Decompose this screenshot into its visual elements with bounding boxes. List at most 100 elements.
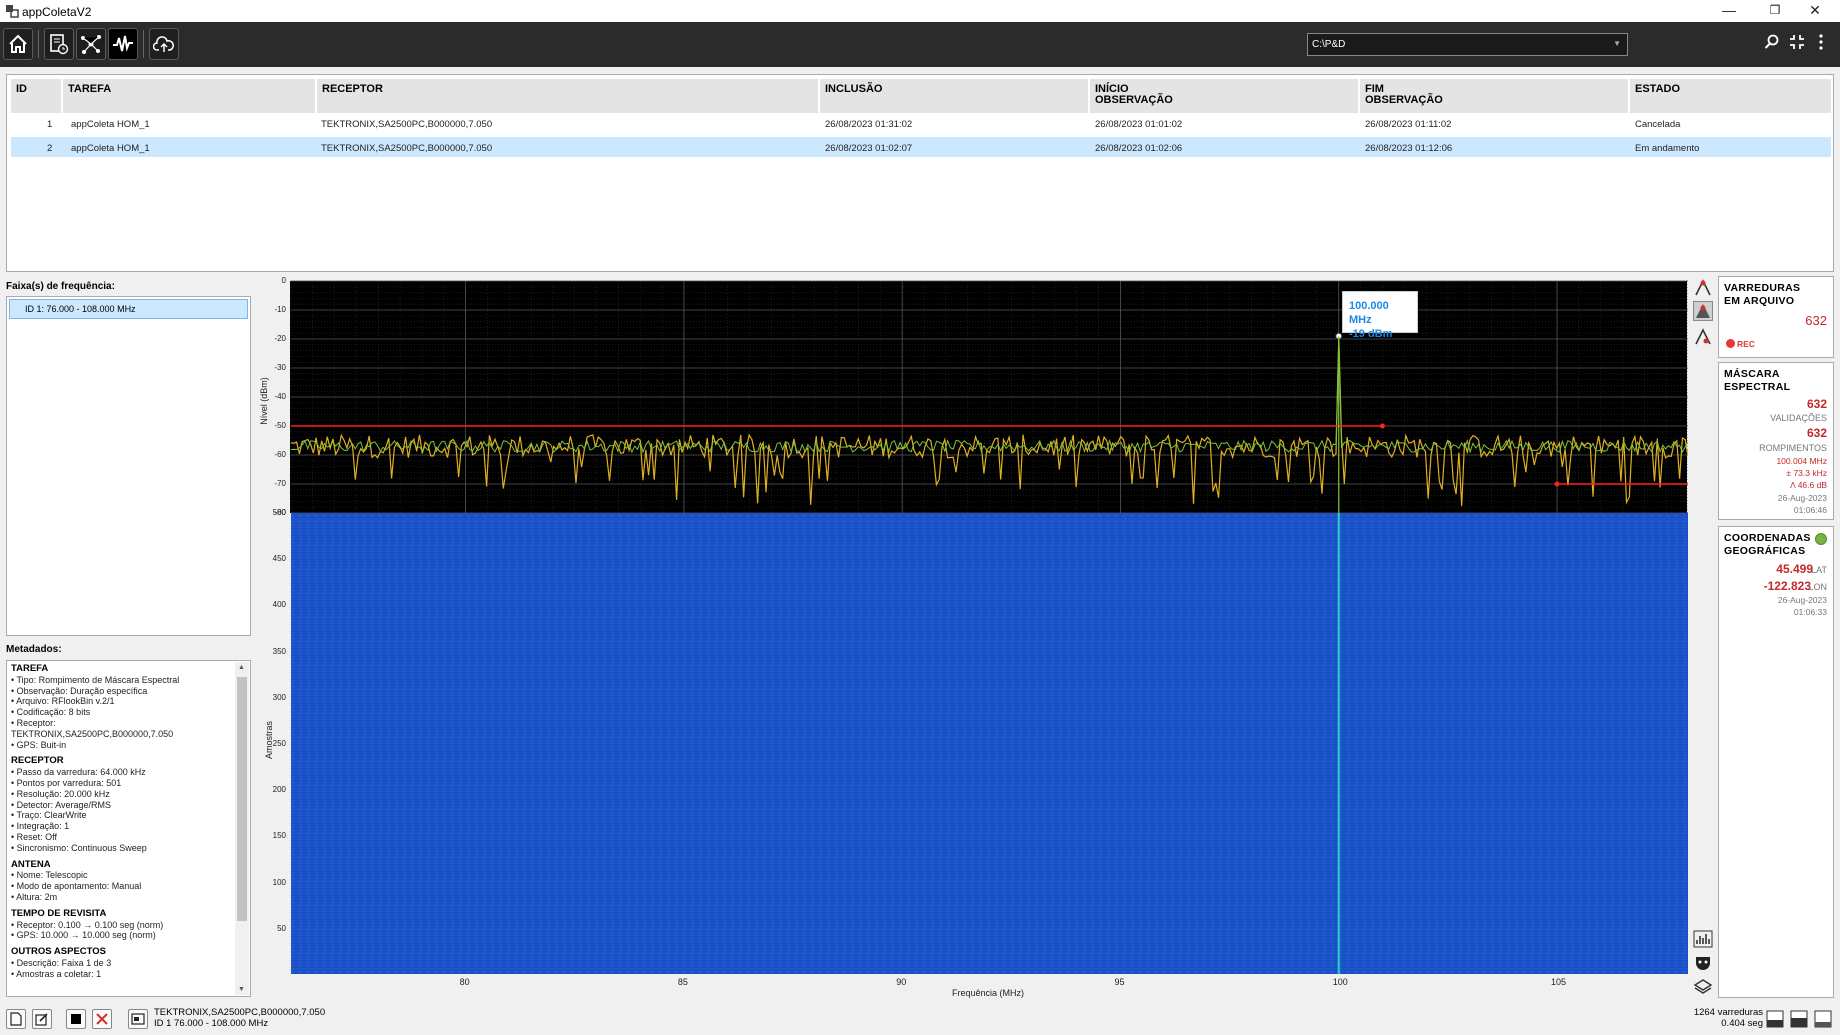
cell-tarefa: appColeta HOM_1 (71, 143, 150, 154)
metadata-line: • Passo da varredura: 64.000 kHz (11, 767, 146, 778)
cell-estado: Cancelada (1635, 119, 1681, 130)
layout-one-button[interactable] (1766, 1010, 1784, 1028)
spectrum-waterfall-chart[interactable] (290, 280, 1689, 974)
path-select[interactable]: C:\P&D ▼ (1307, 33, 1628, 56)
edit-task-button[interactable] (32, 1009, 52, 1029)
layout-bottom-icon (1766, 1010, 1784, 1028)
fullscreen-button[interactable] (1789, 34, 1805, 55)
task-list-button[interactable] (44, 28, 74, 60)
metadata-line: • Amostras a coletar: 1 (11, 968, 102, 979)
scroll-up-icon[interactable]: ▲ (238, 664, 245, 671)
metadata-line: • Nome: Telescopic (11, 870, 88, 881)
tooltip-level: -19 dBm (1349, 328, 1393, 340)
varreduras-title: VARREDURAS (1724, 282, 1801, 294)
mask-vertex-point (1554, 481, 1560, 487)
y-tick-label: 400 (272, 600, 286, 610)
y-tick-label: 350 (272, 646, 286, 656)
mask-button[interactable] (1693, 953, 1713, 973)
metadata-line: • Detector: Average/RMS (11, 799, 112, 810)
home-button[interactable] (3, 28, 33, 60)
document-clock-icon (50, 34, 69, 55)
table-row[interactable]: 1 appColeta HOM_1 TEKTRONIX,SA2500PC,B00… (11, 113, 1831, 133)
layout-three-button[interactable] (1814, 1010, 1832, 1028)
delete-button[interactable] (92, 1009, 112, 1029)
metadata-line: • Sincronismo: Continuous Sweep (11, 842, 147, 853)
coord-time: 01:06:33 (1793, 607, 1827, 617)
mascara-title: MÁSCARA (1724, 368, 1780, 380)
histogram-button[interactable] (1693, 929, 1713, 949)
new-task-button[interactable] (6, 1009, 26, 1029)
y-tick-label: -40 (274, 392, 286, 401)
edit-icon (35, 1013, 48, 1026)
cell-id: 2 (47, 143, 53, 154)
mascara-panel: MÁSCARA ESPECTRAL 632 VALIDAÇÕES 632 ROMP… (1718, 362, 1834, 520)
col-header-tarefa[interactable]: TAREFA (63, 79, 317, 113)
scroll-down-icon[interactable]: ▼ (238, 986, 245, 993)
metadata-line: • GPS: Buit-in (11, 739, 67, 750)
tooltip-frequency: 100.000 MHz (1349, 300, 1389, 326)
metadata-line: • Receptor: 0.100 → 0.100 seg (norm) (11, 919, 164, 930)
toolbar-separator (143, 30, 144, 58)
layers-button[interactable] (1693, 977, 1713, 997)
waterfall-y-axis-label: Amostras (264, 721, 274, 760)
rompimentos-count: 632 (1806, 426, 1827, 440)
close-button[interactable]: ✕ (1792, 0, 1838, 22)
longitude-value: -122.823 (1763, 579, 1811, 593)
col-header-id[interactable]: ID (11, 79, 63, 113)
metadados-content: TAREFA • Tipo: Rompimento de Máscara Espe… (11, 663, 233, 980)
y-tick-label: 450 (272, 554, 286, 564)
peak-marker-button[interactable] (1693, 278, 1713, 298)
metadata-section-title: TEMPO DE REVISITA (11, 907, 107, 919)
x-axis-label: Frequência (MHz) (952, 988, 1025, 998)
cell-fim: 26/08/2023 01:12:06 (1365, 143, 1453, 154)
minimize-button[interactable]: — (1706, 0, 1752, 22)
receiver-icon (131, 1013, 145, 1025)
faixa-item[interactable]: ID 1: 76.000 - 108.000 MHz (9, 299, 248, 319)
chevron-down-icon: ▼ (1613, 39, 1621, 48)
x-tick-label: 80 (459, 977, 470, 987)
mask-icon (1696, 957, 1710, 970)
scrollbar-thumb[interactable] (237, 677, 247, 921)
gps-status-icon (1815, 533, 1827, 545)
rompimento-bw: ± 73.3 kHz (1786, 468, 1827, 478)
task-table: ID TAREFA RECEPTOR INCLUSÃO INÍCIO OBSER… (6, 74, 1834, 272)
status-sweep-info: 1264 varreduras 0.404 seg (1694, 1007, 1763, 1029)
spectrum-button[interactable] (108, 28, 138, 60)
col-header-receptor[interactable]: RECEPTOR (317, 79, 820, 113)
path-value: C:\P&D (1312, 39, 1346, 50)
coordenadas-panel: COORDENADAS GEOGRÁFICAS 45.499 LAT -122.8… (1718, 526, 1834, 998)
cloud-upload-button[interactable] (149, 28, 179, 60)
col-header-fim[interactable]: FIM OBSERVAÇÃO (1360, 79, 1630, 113)
x-tick-label: 90 (896, 977, 907, 987)
receiver-info-button[interactable] (128, 1009, 148, 1029)
min-hold-button[interactable] (1693, 327, 1713, 347)
search-button[interactable] (1764, 34, 1780, 55)
max-hold-button[interactable] (1693, 301, 1713, 321)
metadata-line: • Altura: 2m (11, 891, 58, 902)
spectrum-chart-area: 100.000 MHz -19 dBm (290, 280, 1689, 974)
metadata-section-title: ANTENA (11, 858, 51, 870)
layers-icon (1693, 979, 1713, 994)
faixa-label: Faixa(s) de frequência: (6, 281, 115, 292)
table-row[interactable]: 2 appColeta HOM_1 TEKTRONIX,SA2500PC,B00… (11, 137, 1831, 157)
y-tick-label: -10 (274, 305, 286, 314)
layout-two-button[interactable] (1790, 1010, 1808, 1028)
network-nodes-icon (81, 35, 101, 54)
col-header-inclusao[interactable]: INCLUSÃO (820, 79, 1090, 113)
varreduras-subtitle: EM ARQUIVO (1724, 295, 1795, 307)
stop-button[interactable] (66, 1009, 86, 1029)
network-button[interactable] (76, 28, 106, 60)
metadata-line: • GPS: 10.000 → 10.000 seg (norm) (11, 930, 156, 941)
more-menu-button[interactable] (1818, 34, 1824, 55)
metadata-section-title: OUTROS ASPECTOS (11, 946, 107, 958)
metadados-panel: TAREFA • Tipo: Rompimento de Máscara Espe… (6, 660, 251, 997)
x-tick-label: 105 (1551, 977, 1567, 987)
col-header-estado[interactable]: ESTADO (1630, 79, 1831, 113)
col-header-inicio[interactable]: INÍCIO OBSERVAÇÃO (1090, 79, 1360, 113)
faixa-list: ID 1: 76.000 - 108.000 MHz (6, 296, 251, 636)
spectrum-y-axis-label: Nível (dBm) (259, 377, 269, 425)
metadata-line: • Traço: ClearWrite (11, 810, 87, 821)
peak-icon (1695, 279, 1711, 296)
status-receptor: TEKTRONIX,SA2500PC,B000000,7.050 (154, 1007, 326, 1018)
x-tick-label: 100 (1332, 977, 1348, 987)
